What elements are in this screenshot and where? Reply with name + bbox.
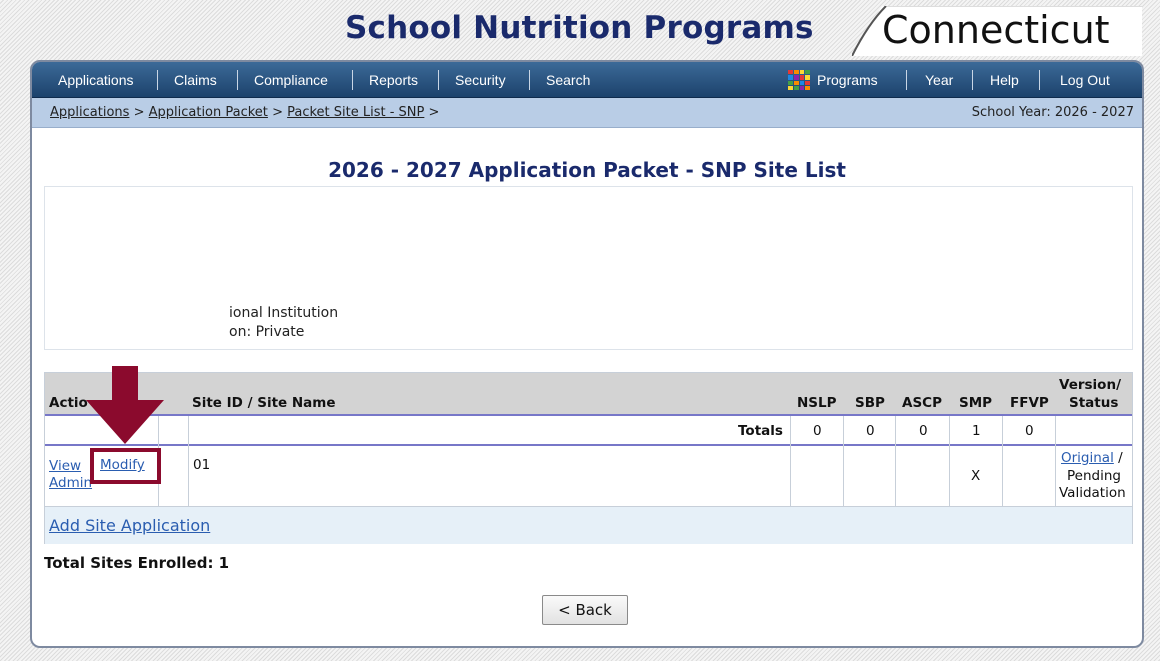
page-title: 2026 - 2027 Application Packet - SNP Sit… bbox=[328, 158, 846, 182]
nav-compliance[interactable]: Compliance bbox=[254, 62, 328, 98]
nav-programs[interactable]: Programs bbox=[817, 62, 878, 98]
header-site: Site ID / Site Name bbox=[192, 395, 336, 411]
nav-separator bbox=[1039, 70, 1040, 90]
school-year-label: School Year: 2026 - 2027 bbox=[971, 105, 1134, 120]
institution-type-text: ional Institution bbox=[229, 305, 339, 321]
nav-search[interactable]: Search bbox=[546, 62, 590, 98]
nav-logout[interactable]: Log Out bbox=[1060, 62, 1110, 98]
column-divider bbox=[895, 416, 896, 506]
nav-separator bbox=[157, 70, 158, 90]
totals-nslp: 0 bbox=[813, 423, 822, 439]
header-ascp: ASCP bbox=[902, 395, 942, 411]
smp-enrolled-mark: X bbox=[971, 468, 981, 484]
column-divider bbox=[790, 416, 791, 506]
add-site-row: Add Site Application bbox=[45, 506, 1132, 544]
nav-security[interactable]: Security bbox=[455, 62, 506, 98]
site-id: 01 bbox=[193, 457, 211, 473]
header-version: Version/ bbox=[1059, 377, 1122, 393]
breadcrumb: Applications > Application Packet > Pack… bbox=[50, 105, 439, 120]
totals-row: Totals 0 0 0 1 0 bbox=[45, 416, 1132, 446]
state-name: Connecticut bbox=[882, 8, 1110, 52]
site-list-table: Actio Site ID / Site Name NSLP SBP ASCP … bbox=[44, 372, 1133, 544]
header-sbp: SBP bbox=[855, 395, 885, 411]
breadcrumb-separator: > bbox=[428, 105, 440, 120]
column-divider bbox=[949, 416, 950, 506]
breadcrumb-packet-site-list[interactable]: Packet Site List - SNP bbox=[287, 105, 424, 120]
modify-highlight-box bbox=[90, 448, 161, 484]
totals-label: Totals bbox=[738, 423, 783, 439]
nav-reports[interactable]: Reports bbox=[369, 62, 418, 98]
top-nav: Applications Claims Compliance Reports S… bbox=[32, 62, 1142, 98]
status-pending: Pending bbox=[1067, 468, 1121, 484]
header-nslp: NSLP bbox=[797, 395, 837, 411]
column-divider bbox=[843, 416, 844, 506]
nav-help[interactable]: Help bbox=[990, 62, 1019, 98]
sponsor-info-box: ional Institution on: Private bbox=[44, 186, 1133, 350]
programs-grid-icon[interactable] bbox=[788, 70, 810, 90]
down-arrow-annotation-icon bbox=[86, 366, 164, 444]
breadcrumb-bar: Applications > Application Packet > Pack… bbox=[32, 98, 1142, 128]
totals-sbp: 0 bbox=[866, 423, 875, 439]
breadcrumb-separator: > bbox=[272, 105, 283, 120]
header-ffvp: FFVP bbox=[1010, 395, 1049, 411]
header-banner: School Nutrition Programs Connecticut bbox=[0, 0, 1160, 58]
nav-separator bbox=[352, 70, 353, 90]
totals-smp: 1 bbox=[972, 423, 981, 439]
column-divider bbox=[1002, 416, 1003, 506]
breadcrumb-applications[interactable]: Applications bbox=[50, 105, 129, 120]
admin-link[interactable]: Admin bbox=[49, 475, 92, 491]
version-separator: / bbox=[1118, 450, 1123, 466]
status-validation: Validation bbox=[1059, 485, 1126, 501]
nav-year[interactable]: Year bbox=[925, 62, 953, 98]
nav-separator bbox=[237, 70, 238, 90]
breadcrumb-application-packet[interactable]: Application Packet bbox=[149, 105, 268, 120]
totals-ascp: 0 bbox=[919, 423, 928, 439]
total-sites-enrolled: Total Sites Enrolled: 1 bbox=[44, 554, 230, 572]
table-header: Actio Site ID / Site Name NSLP SBP ASCP … bbox=[45, 373, 1132, 416]
header-smp: SMP bbox=[959, 395, 993, 411]
header-status: Status bbox=[1069, 395, 1119, 411]
column-divider bbox=[188, 416, 189, 506]
nav-applications[interactable]: Applications bbox=[58, 62, 134, 98]
nav-separator bbox=[438, 70, 439, 90]
column-divider bbox=[1055, 416, 1056, 506]
totals-ffvp: 0 bbox=[1025, 423, 1034, 439]
add-site-application-link[interactable]: Add Site Application bbox=[49, 516, 210, 535]
nav-separator bbox=[972, 70, 973, 90]
nav-claims[interactable]: Claims bbox=[174, 62, 217, 98]
back-button[interactable]: < Back bbox=[542, 595, 628, 625]
view-link[interactable]: View bbox=[49, 458, 81, 474]
nav-separator bbox=[906, 70, 907, 90]
table-row: View Admin Modify 01 X Original / Pendin… bbox=[45, 448, 1132, 506]
breadcrumb-separator: > bbox=[133, 105, 145, 120]
nav-separator bbox=[529, 70, 530, 90]
main-frame: Applications Claims Compliance Reports S… bbox=[30, 60, 1144, 648]
institution-status-text: on: Private bbox=[229, 324, 305, 340]
version-original-link[interactable]: Original bbox=[1061, 450, 1114, 466]
site-title: School Nutrition Programs bbox=[345, 10, 814, 46]
